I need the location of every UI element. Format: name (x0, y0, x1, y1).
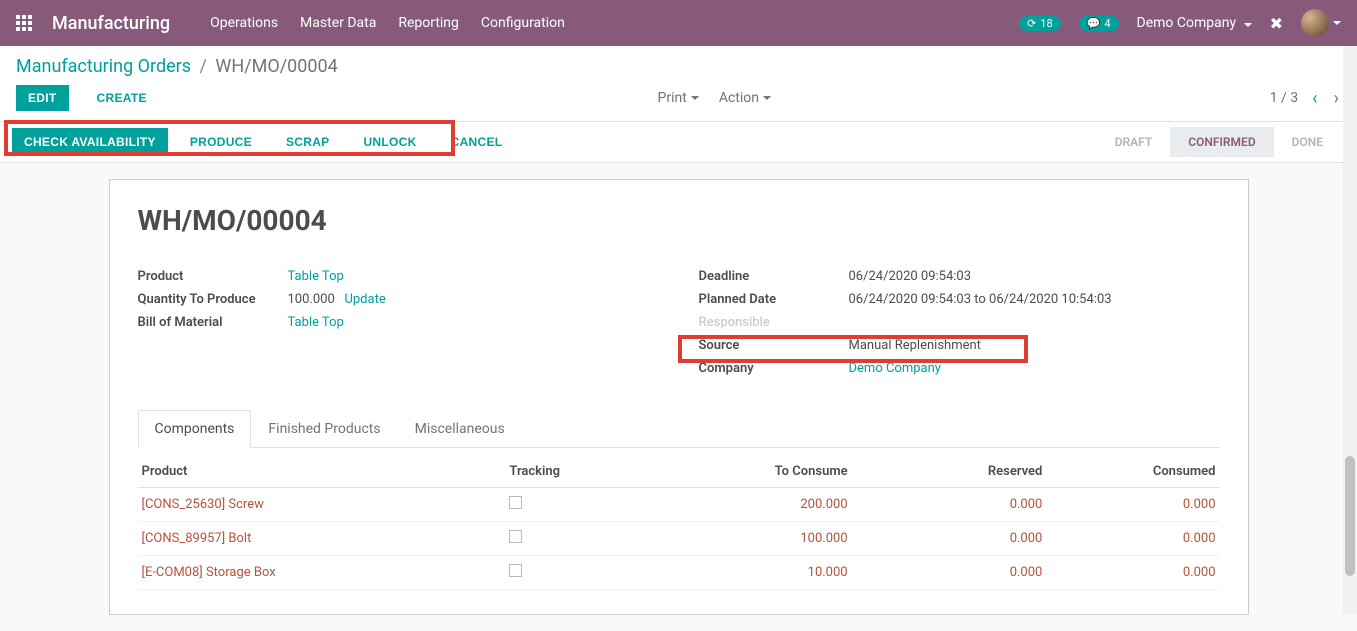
unlock-button[interactable]: UNLOCK (351, 128, 428, 156)
top-menu: Operations Master Data Reporting Configu… (210, 15, 565, 31)
cell-reserved: 0.000 (852, 556, 1047, 590)
cell-to-consume: 200.000 (657, 488, 852, 522)
table-row[interactable]: [CONS_89957] Bolt 100.000 0.000 0.000 (138, 522, 1220, 556)
activity-count: 18 (1040, 17, 1052, 30)
label-source: Source (699, 338, 849, 353)
cell-product: [CONS_25630] Screw (138, 488, 506, 522)
app-brand[interactable]: Manufacturing (52, 13, 170, 34)
scrap-button[interactable]: SCRAP (274, 128, 342, 156)
tab-components[interactable]: Components (138, 410, 252, 448)
tab-miscellaneous[interactable]: Miscellaneous (398, 410, 522, 448)
company-switcher[interactable]: Demo Company (1137, 15, 1252, 31)
message-count: 4 (1104, 17, 1110, 30)
top-navbar: Manufacturing Operations Master Data Rep… (0, 0, 1357, 46)
chat-icon: 💬 (1087, 17, 1101, 30)
chevron-down-icon (1244, 23, 1252, 27)
menu-master-data[interactable]: Master Data (300, 15, 376, 31)
pager-next[interactable]: › (1332, 88, 1341, 109)
value-company[interactable]: Demo Company (849, 361, 941, 376)
label-deadline: Deadline (699, 269, 849, 284)
value-planned: 06/24/2020 09:54:03 to 06/24/2020 10:54:… (849, 292, 1112, 307)
cell-consumed: 0.000 (1046, 556, 1219, 590)
status-confirmed[interactable]: CONFIRMED (1170, 127, 1273, 157)
cell-consumed: 0.000 (1046, 522, 1219, 556)
components-table: Product Tracking To Consume Reserved Con… (138, 456, 1220, 590)
company-label: Demo Company (1137, 15, 1237, 31)
status-done[interactable]: DONE (1274, 127, 1341, 157)
label-product: Product (138, 269, 288, 284)
scrollbar-thumb[interactable] (1345, 456, 1355, 576)
statusbar: DRAFT CONFIRMED DONE (1097, 127, 1357, 157)
vertical-scrollbar[interactable] (1343, 46, 1357, 615)
cell-to-consume: 100.000 (657, 522, 852, 556)
produce-button[interactable]: PRODUCE (178, 128, 264, 156)
th-product: Product (138, 456, 506, 488)
action-menu[interactable]: Action (719, 90, 771, 106)
menu-configuration[interactable]: Configuration (481, 15, 565, 31)
cell-to-consume: 10.000 (657, 556, 852, 590)
tracking-checkbox[interactable] (509, 496, 522, 509)
breadcrumb-separator: / (200, 56, 207, 77)
label-responsible: Responsible (699, 315, 849, 330)
chevron-down-icon (763, 96, 771, 100)
pager-prev[interactable]: ‹ (1310, 88, 1319, 109)
value-source: Manual Replenishment (849, 338, 981, 353)
tracking-checkbox[interactable] (509, 564, 522, 577)
update-qty-button[interactable]: Update (344, 292, 385, 307)
activity-badge[interactable]: ⟳ 18 (1019, 16, 1061, 31)
cell-product: [E-COM08] Storage Box (138, 556, 506, 590)
table-row[interactable]: [CONS_25630] Screw 200.000 0.000 0.000 (138, 488, 1220, 522)
cell-reserved: 0.000 (852, 488, 1047, 522)
cell-consumed: 0.000 (1046, 488, 1219, 522)
action-label: Action (719, 90, 759, 106)
breadcrumb-current: WH/MO/00004 (215, 56, 337, 77)
debug-icon[interactable]: ✖ (1270, 14, 1283, 33)
menu-reporting[interactable]: Reporting (398, 15, 459, 31)
edit-button[interactable]: EDIT (16, 85, 69, 111)
cell-reserved: 0.000 (852, 522, 1047, 556)
th-consumed: Consumed (1046, 456, 1219, 488)
apps-icon[interactable] (16, 15, 32, 31)
messages-badge[interactable]: 💬 4 (1079, 16, 1119, 31)
avatar[interactable] (1301, 9, 1329, 37)
value-deadline: 06/24/2020 09:54:03 (849, 269, 972, 284)
print-label: Print (658, 90, 687, 106)
check-availability-button[interactable]: CHECK AVAILABILITY (12, 128, 168, 156)
chevron-down-icon (1333, 21, 1341, 25)
control-panel: Manufacturing Orders / WH/MO/00004 EDIT … (0, 46, 1357, 122)
create-button[interactable]: CREATE (85, 85, 159, 111)
notebook-tabs: Components Finished Products Miscellaneo… (138, 410, 1220, 448)
th-tracking: Tracking (505, 456, 656, 488)
pager-text: 1 / 3 (1270, 90, 1298, 106)
breadcrumb-parent[interactable]: Manufacturing Orders (16, 56, 191, 77)
tracking-checkbox[interactable] (509, 530, 522, 543)
label-company: Company (699, 361, 849, 376)
clock-icon: ⟳ (1027, 17, 1036, 30)
tab-finished-products[interactable]: Finished Products (251, 410, 397, 448)
value-qty: 100.000 (288, 292, 335, 307)
menu-operations[interactable]: Operations (210, 15, 278, 31)
th-reserved: Reserved (852, 456, 1047, 488)
cancel-button[interactable]: CANCEL (439, 128, 515, 156)
cell-product: [CONS_89957] Bolt (138, 522, 506, 556)
statusbar-row: CHECK AVAILABILITY PRODUCE SCRAP UNLOCK … (0, 122, 1357, 163)
label-planned: Planned Date (699, 292, 849, 307)
label-bom: Bill of Material (138, 315, 288, 330)
value-product[interactable]: Table Top (288, 269, 344, 284)
form-sheet: WH/MO/00004 Product Table Top Quantity T… (109, 179, 1249, 615)
th-to-consume: To Consume (657, 456, 852, 488)
breadcrumb: Manufacturing Orders / WH/MO/00004 (16, 56, 338, 77)
table-row[interactable]: [E-COM08] Storage Box 10.000 0.000 0.000 (138, 556, 1220, 590)
record-title: WH/MO/00004 (138, 204, 1220, 237)
chevron-down-icon (691, 96, 699, 100)
value-bom[interactable]: Table Top (288, 315, 344, 330)
status-draft[interactable]: DRAFT (1097, 127, 1171, 157)
print-menu[interactable]: Print (658, 90, 699, 106)
label-qty: Quantity To Produce (138, 292, 288, 307)
